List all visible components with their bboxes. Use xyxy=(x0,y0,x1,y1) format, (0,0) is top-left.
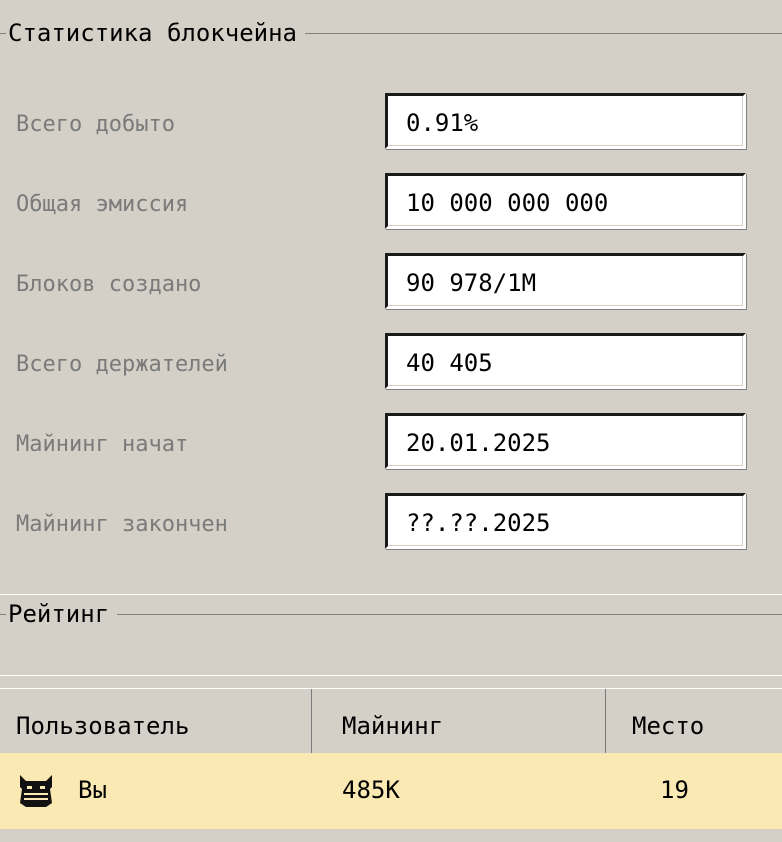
stat-value-field[interactable]: 20.01.2025 xyxy=(385,413,746,469)
stat-row-mining-finished: Майнинг закончен ??.??.2025 xyxy=(0,493,782,555)
cell-mining: 485K xyxy=(312,753,606,829)
place-value: 19 xyxy=(660,776,689,804)
stat-label: Общая эмиссия xyxy=(16,192,189,217)
stat-value: 10 000 000 000 xyxy=(406,189,609,217)
stat-value-field[interactable]: 0.91% xyxy=(385,93,746,149)
stat-label: Майнинг закончен xyxy=(16,512,228,537)
stat-row-mining-started: Майнинг начат 20.01.2025 xyxy=(0,413,782,475)
rating-table-header: Пользователь Майнинг Место xyxy=(0,688,782,753)
stat-value-field[interactable]: 90 978/1M xyxy=(385,253,746,309)
stat-value-field[interactable]: 10 000 000 000 xyxy=(385,173,746,229)
stat-value-field[interactable]: ??.??.2025 xyxy=(385,493,746,549)
cell-place: 19 xyxy=(606,753,782,829)
stat-label: Всего держателей xyxy=(16,352,228,377)
stat-row-total-emission: Общая эмиссия 10 000 000 000 xyxy=(0,173,782,235)
stat-value: 20.01.2025 xyxy=(406,429,551,457)
stat-row-total-mined: Всего добыто 0.91% xyxy=(0,93,782,155)
column-header-user[interactable]: Пользователь xyxy=(0,689,312,753)
column-header-label: Место xyxy=(632,712,705,740)
stat-label: Блоков создано xyxy=(16,272,202,297)
table-row[interactable]: Вы 485K 19 xyxy=(0,753,782,829)
stat-value: 0.91% xyxy=(406,109,479,137)
column-header-label: Майнинг xyxy=(342,712,444,740)
rating-group-title: Рейтинг xyxy=(6,598,118,630)
cell-user: Вы xyxy=(0,753,312,829)
cat-avatar-icon xyxy=(20,775,52,807)
column-header-mining[interactable]: Майнинг xyxy=(312,689,606,753)
stat-label: Всего добыто xyxy=(16,112,175,137)
stat-value: ??.??.2025 xyxy=(406,509,551,537)
stats-group-title: Статистика блокчейна xyxy=(6,17,305,49)
rating-group: Рейтинг xyxy=(0,598,782,675)
column-header-place[interactable]: Место xyxy=(606,689,782,753)
user-name: Вы xyxy=(78,776,107,804)
rating-table: Пользователь Майнинг Место Вы 485K 19 xyxy=(0,688,782,829)
stat-value: 40 405 xyxy=(406,349,493,377)
stat-value-field[interactable]: 40 405 xyxy=(385,333,746,389)
stat-row-blocks-created: Блоков создано 90 978/1M xyxy=(0,253,782,315)
stat-row-total-holders: Всего держателей 40 405 xyxy=(0,333,782,395)
mining-value: 485K xyxy=(342,776,400,804)
blockchain-stats-group: Статистика блокчейна Всего добыто 0.91% … xyxy=(0,17,782,594)
stat-label: Майнинг начат xyxy=(16,432,189,457)
stat-value: 90 978/1M xyxy=(406,269,537,297)
column-header-label: Пользователь xyxy=(16,712,190,740)
